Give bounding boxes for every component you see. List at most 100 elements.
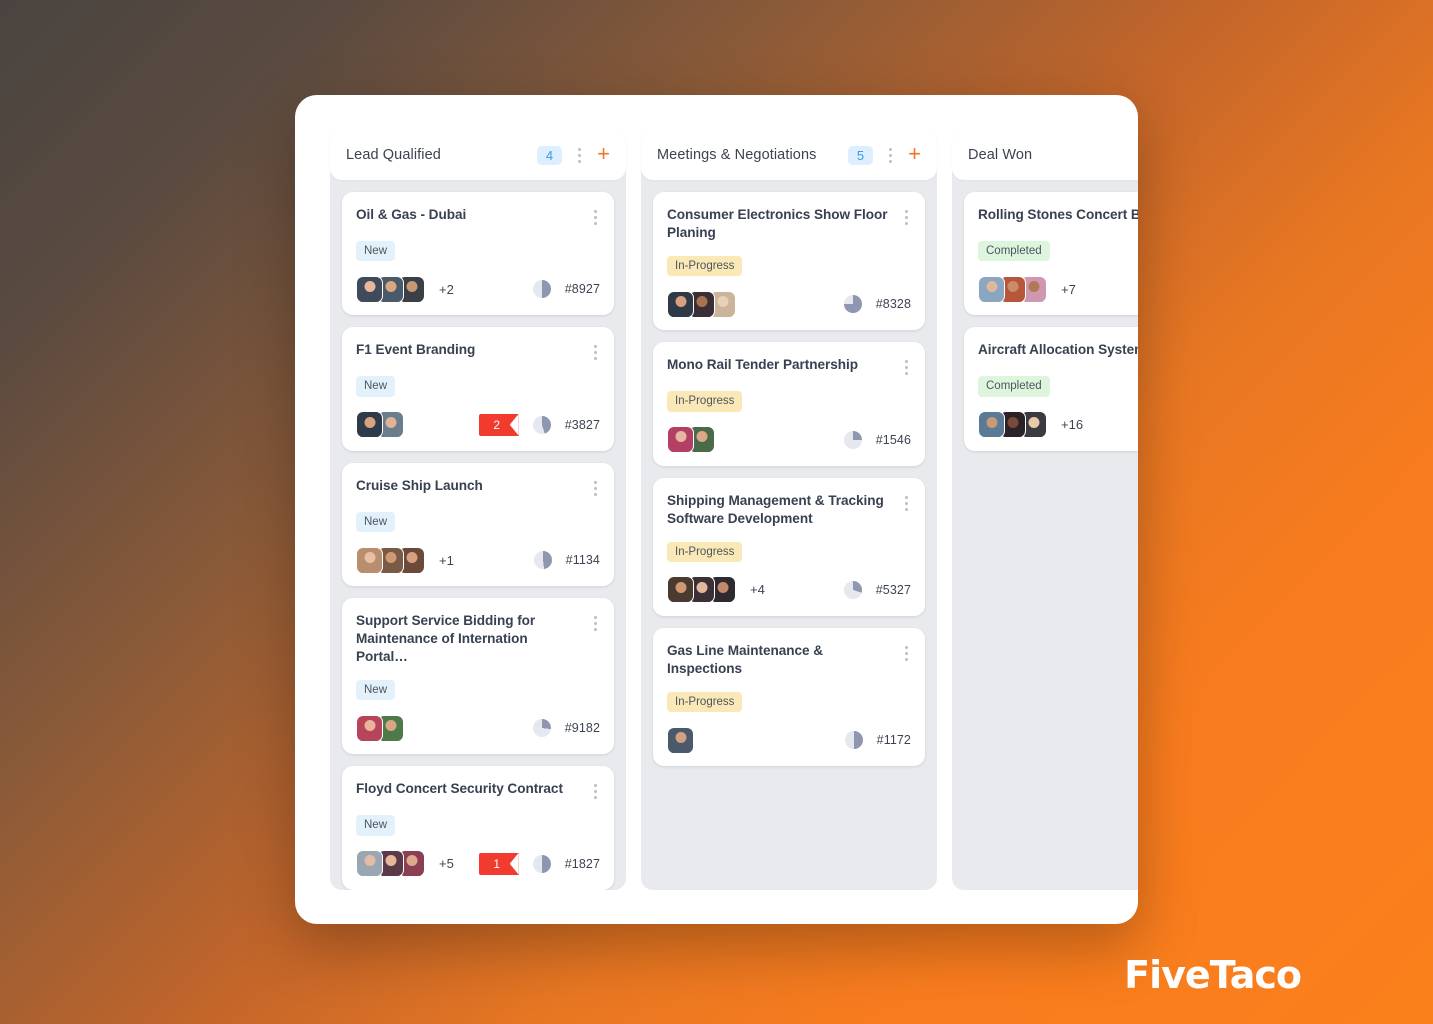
kebab-dot: [889, 159, 893, 163]
kebab-dot: [594, 210, 597, 213]
card-header: Oil & Gas - Dubai: [356, 206, 600, 227]
card-header: F1 Event Branding: [356, 341, 600, 362]
add-card-button[interactable]: +: [597, 143, 610, 165]
kebab-dot: [594, 616, 597, 620]
pie-progress-icon: [532, 280, 551, 299]
card-footer: +5 1 #1827: [356, 850, 600, 878]
card-ticket-id: #9182: [564, 721, 600, 736]
kanban-card[interactable]: Rolling Stones Concert Bo Completed +7: [964, 192, 1138, 316]
card-title: F1 Event Branding: [356, 342, 476, 358]
avatar[interactable]: [978, 275, 1005, 303]
avatar[interactable]: [356, 275, 383, 303]
card-header: Shipping Management & Tracking Software …: [667, 492, 911, 528]
card-title: Oil & Gas - Dubai: [356, 207, 467, 222]
kebab-dot: [905, 507, 908, 511]
card-footer: #9182: [356, 714, 600, 742]
card-menu-icon[interactable]: [591, 479, 600, 498]
card-menu-icon[interactable]: [591, 782, 600, 801]
kanban-card[interactable]: Consumer Electronics Show Floor Planing I…: [653, 192, 925, 331]
pie-progress-fill: [844, 731, 863, 750]
avatar-group: [978, 275, 1047, 303]
card-title: Support Service Bidding for Maintenance …: [356, 613, 536, 664]
card-ticket-id: #1134: [565, 553, 600, 568]
kebab-dot: [905, 360, 908, 364]
card-menu-icon[interactable]: [591, 208, 600, 227]
card-menu-icon[interactable]: [591, 614, 600, 633]
column-header-actions: 4 +: [536, 143, 610, 165]
kanban-card[interactable]: Cruise Ship Launch New +1 #1134: [342, 462, 614, 587]
card-menu-icon[interactable]: [902, 494, 911, 513]
avatar[interactable]: [667, 576, 694, 604]
avatar[interactable]: [667, 426, 694, 454]
card-title: Shipping Management & Tracking Software …: [667, 492, 884, 526]
pie-progress-fill: [533, 551, 552, 570]
avatar[interactable]: [356, 714, 383, 742]
card-menu-icon[interactable]: [902, 644, 911, 663]
avatar[interactable]: [356, 850, 383, 878]
pie-progress-icon: [843, 580, 862, 599]
add-card-button[interactable]: +: [908, 143, 921, 165]
avatar-overflow-count: +2: [439, 281, 454, 297]
card-footer-meta: 1 #1827: [478, 852, 600, 875]
kebab-dot: [594, 480, 597, 484]
kanban-card[interactable]: Support Service Bidding for Maintenance …: [342, 598, 614, 755]
card-header: Gas Line Maintenance & Inspections: [667, 642, 911, 678]
card-footer: +2 #8927: [356, 275, 600, 303]
kebab-dot: [594, 628, 597, 632]
kanban-card[interactable]: Aircraft Allocation System Completed +16: [964, 327, 1138, 451]
card-footer: 2 #3827: [356, 411, 600, 439]
card-status-tag: New: [356, 241, 396, 262]
card-menu-icon[interactable]: [902, 358, 911, 377]
kebab-dot: [594, 222, 597, 225]
card-header: Mono Rail Tender Partnership: [667, 356, 911, 377]
card-ticket-id: #5327: [875, 582, 911, 597]
card-title: Rolling Stones Concert Bo: [978, 207, 1138, 222]
avatar-group: [356, 275, 425, 303]
avatar[interactable]: [356, 546, 383, 574]
card-header: Floyd Concert Security Contract: [356, 780, 600, 801]
kebab-dot: [905, 222, 908, 225]
card-footer: +7: [978, 275, 1138, 303]
card-footer: #8328: [667, 290, 911, 318]
card-header: Consumer Electronics Show Floor Planing: [667, 206, 911, 242]
card-menu-icon[interactable]: [591, 343, 600, 362]
card-title: Floyd Concert Security Contract: [356, 781, 563, 797]
kanban-board: Lead Qualified 4 + Oil & Gas - Dubai New +2 #8…: [330, 130, 1138, 890]
avatar-overflow-count: +16: [1061, 417, 1084, 433]
kebab-dot: [594, 796, 597, 800]
brand-logo: FiveTaco: [1124, 953, 1302, 997]
kanban-card[interactable]: F1 Event Branding New 2 #3827: [342, 327, 614, 451]
avatar[interactable]: [978, 411, 1005, 439]
kanban-card[interactable]: Oil & Gas - Dubai New +2 #8927: [342, 192, 614, 316]
pie-progress-fill: [532, 719, 551, 738]
card-status-tag: New: [356, 679, 396, 701]
pie-progress-icon: [533, 551, 552, 570]
avatar[interactable]: [667, 726, 694, 754]
kanban-card[interactable]: Floyd Concert Security Contract New +5 1 #18…: [342, 766, 614, 890]
card-header: Support Service Bidding for Maintenance …: [356, 612, 600, 666]
kanban-card[interactable]: Shipping Management & Tracking Software …: [653, 477, 925, 616]
card-status-tag: Completed: [978, 376, 1050, 397]
card-ticket-id: #8927: [564, 282, 600, 297]
card-footer-meta: 2 #3827: [478, 413, 600, 436]
column-title: Lead Qualified: [346, 147, 441, 163]
kebab-dot: [905, 372, 908, 376]
pie-progress-icon: [844, 731, 863, 750]
avatar[interactable]: [667, 290, 694, 318]
kanban-card[interactable]: Gas Line Maintenance & Inspections In-Pro…: [653, 627, 925, 767]
card-menu-icon[interactable]: [902, 208, 911, 227]
priority-flag-badge: 1: [478, 852, 519, 875]
kanban-card[interactable]: Mono Rail Tender Partnership In-Progress #…: [653, 342, 925, 466]
kebab-dot: [594, 790, 597, 794]
column-menu-icon[interactable]: [886, 146, 895, 165]
card-status-tag: New: [356, 815, 396, 836]
kebab-dot: [905, 366, 908, 370]
card-footer-meta: #1134: [533, 551, 600, 570]
card-footer-meta: #9182: [532, 719, 600, 738]
avatar[interactable]: [356, 411, 383, 439]
kebab-dot: [889, 147, 893, 151]
kebab-dot: [594, 784, 597, 788]
card-title: Consumer Electronics Show Floor Planing: [667, 207, 888, 240]
column-menu-icon[interactable]: [575, 146, 584, 165]
card-footer: +16: [978, 411, 1138, 439]
